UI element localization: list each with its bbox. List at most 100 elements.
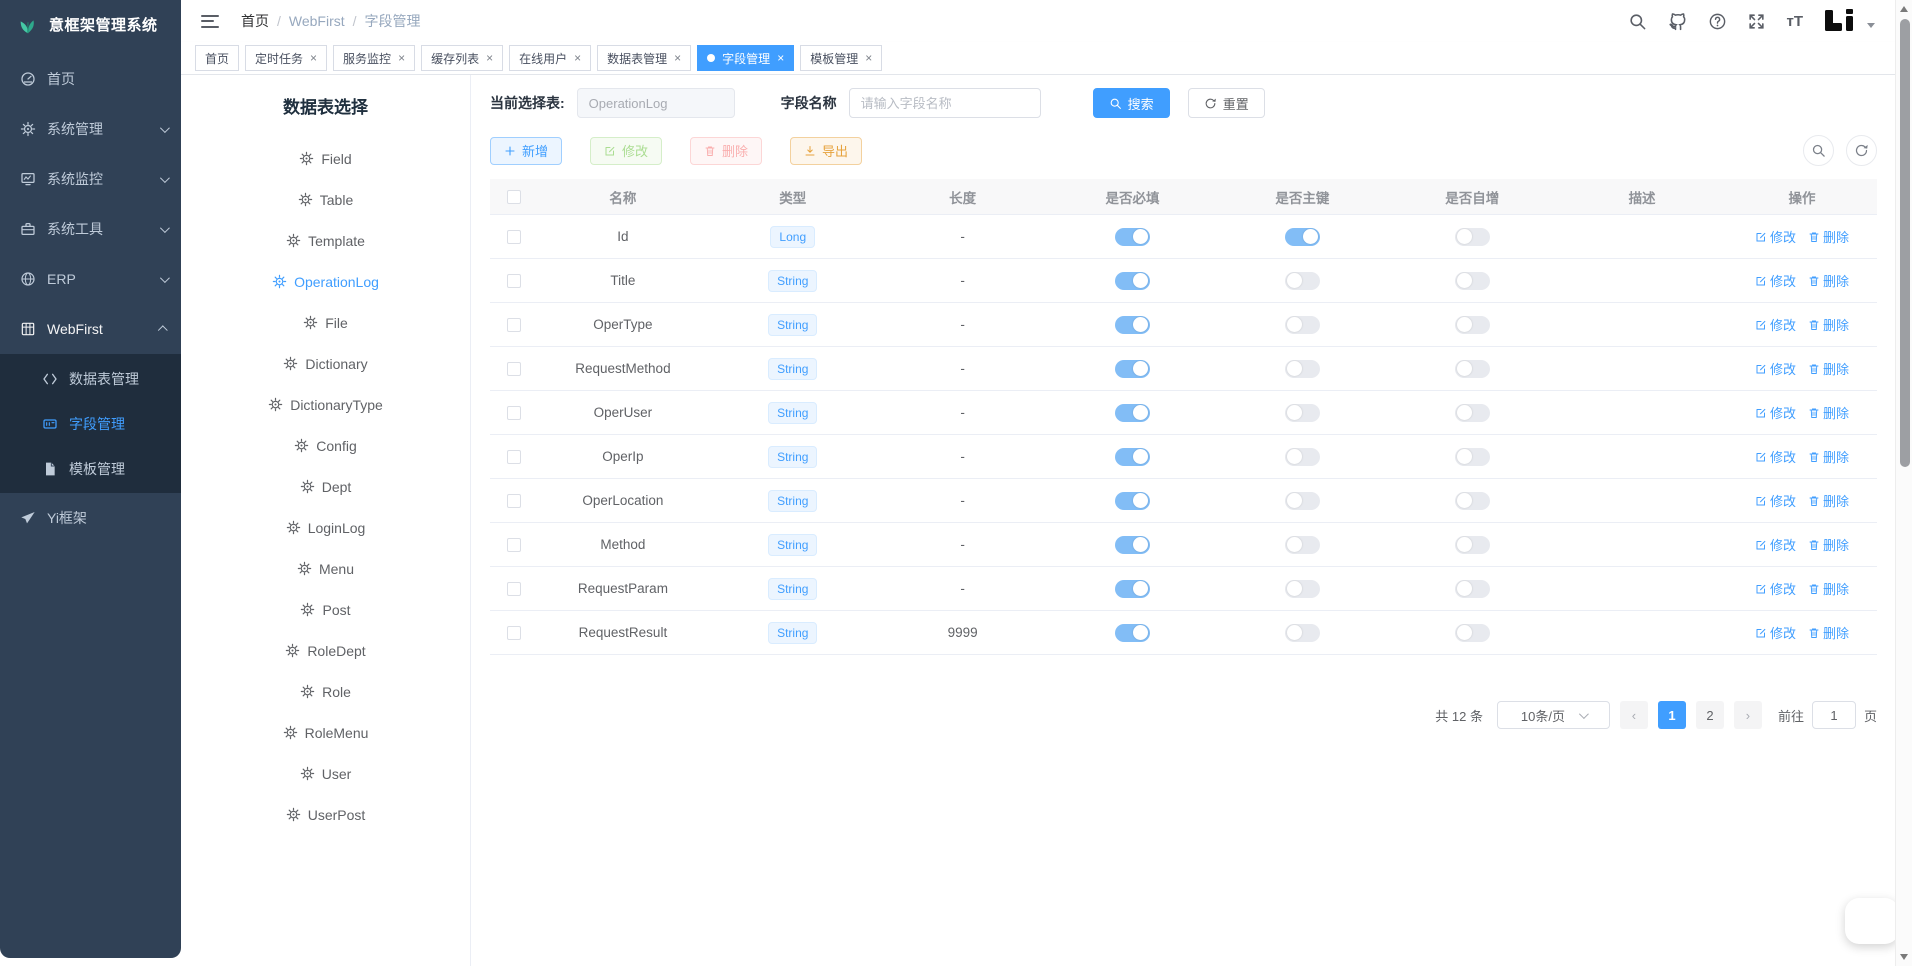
delete-row-link[interactable]: 删除 [1808, 447, 1849, 466]
help-icon[interactable] [1708, 12, 1727, 31]
required-toggle[interactable] [1115, 536, 1150, 554]
refresh-table-button[interactable] [1846, 135, 1877, 166]
increment-toggle[interactable] [1455, 492, 1490, 510]
delete-row-link[interactable]: 删除 [1808, 271, 1849, 290]
tree-item-user[interactable]: User [300, 753, 352, 794]
increment-toggle[interactable] [1455, 580, 1490, 598]
scroll-up-arrow-icon[interactable] [1900, 6, 1908, 12]
sidebar-item-yi-framework[interactable]: Yi框架 [0, 493, 181, 543]
close-icon[interactable]: × [486, 51, 493, 65]
required-toggle[interactable] [1115, 316, 1150, 334]
required-toggle[interactable] [1115, 360, 1150, 378]
close-icon[interactable]: × [674, 51, 681, 65]
primary-toggle[interactable] [1285, 228, 1320, 246]
increment-toggle[interactable] [1455, 404, 1490, 422]
breadcrumb-home[interactable]: 首页 [241, 11, 269, 31]
increment-toggle[interactable] [1455, 624, 1490, 642]
row-checkbox[interactable] [507, 538, 521, 552]
increment-toggle[interactable] [1455, 536, 1490, 554]
row-checkbox[interactable] [507, 362, 521, 376]
required-toggle[interactable] [1115, 228, 1150, 246]
primary-toggle[interactable] [1285, 624, 1320, 642]
delete-row-link[interactable]: 删除 [1808, 315, 1849, 334]
required-toggle[interactable] [1115, 404, 1150, 422]
edit-row-link[interactable]: 修改 [1755, 227, 1796, 246]
tab-scheduled-tasks[interactable]: 定时任务× [245, 45, 327, 71]
sidebar-item-erp[interactable]: ERP [0, 254, 181, 304]
delete-row-link[interactable]: 删除 [1808, 359, 1849, 378]
goto-page-input[interactable] [1812, 701, 1856, 729]
delete-row-link[interactable]: 删除 [1808, 579, 1849, 598]
edit-row-link[interactable]: 修改 [1755, 623, 1796, 642]
edit-row-link[interactable]: 修改 [1755, 271, 1796, 290]
export-button[interactable]: 导出 [790, 137, 862, 165]
sidebar-item-system-admin[interactable]: 系统管理 [0, 104, 181, 154]
tree-item-dept[interactable]: Dept [300, 466, 352, 507]
page-size-select[interactable]: 10条/页 [1497, 701, 1610, 729]
tree-item-field[interactable]: Field [299, 138, 351, 179]
row-checkbox[interactable] [507, 582, 521, 596]
delete-row-link[interactable]: 删除 [1808, 491, 1849, 510]
delete-button[interactable]: 删除 [690, 137, 762, 165]
edit-row-link[interactable]: 修改 [1755, 359, 1796, 378]
required-toggle[interactable] [1115, 272, 1150, 290]
row-checkbox[interactable] [507, 626, 521, 640]
tree-item-userpost[interactable]: UserPost [286, 794, 366, 835]
sidebar-item-field-management[interactable]: 字段管理 [0, 401, 181, 446]
show-search-button[interactable] [1803, 135, 1834, 166]
close-icon[interactable]: × [865, 51, 872, 65]
sidebar-item-webfirst[interactable]: WebFirst [0, 304, 181, 354]
required-toggle[interactable] [1115, 492, 1150, 510]
hamburger-menu-icon[interactable] [201, 15, 219, 28]
tree-item-loginlog[interactable]: LoginLog [286, 507, 366, 548]
row-checkbox[interactable] [507, 318, 521, 332]
increment-toggle[interactable] [1455, 228, 1490, 246]
tab-online-users[interactable]: 在线用户× [509, 45, 591, 71]
row-checkbox[interactable] [507, 450, 521, 464]
tab-template-management[interactable]: 模板管理× [800, 45, 882, 71]
tab-home[interactable]: 首页 [195, 45, 239, 71]
edit-row-link[interactable]: 修改 [1755, 579, 1796, 598]
select-all-checkbox[interactable] [507, 190, 521, 204]
close-icon[interactable]: × [398, 51, 405, 65]
delete-row-link[interactable]: 删除 [1808, 403, 1849, 422]
search-icon[interactable] [1628, 12, 1647, 31]
scrollbar-thumb[interactable] [1900, 19, 1910, 467]
tab-table-management[interactable]: 数据表管理× [597, 45, 691, 71]
primary-toggle[interactable] [1285, 492, 1320, 510]
tab-service-monitor[interactable]: 服务监控× [333, 45, 415, 71]
close-icon[interactable]: × [310, 51, 317, 65]
increment-toggle[interactable] [1455, 360, 1490, 378]
edit-button[interactable]: 修改 [590, 137, 662, 165]
sidebar-item-system-tools[interactable]: 系统工具 [0, 204, 181, 254]
add-button[interactable]: 新增 [490, 137, 562, 165]
tree-item-dictionarytype[interactable]: DictionaryType [268, 384, 383, 425]
sidebar-item-home[interactable]: 首页 [0, 54, 181, 104]
tree-item-menu[interactable]: Menu [297, 548, 354, 589]
search-button[interactable]: 搜索 [1093, 88, 1170, 118]
required-toggle[interactable] [1115, 624, 1150, 642]
sidebar-item-system-monitor[interactable]: 系统监控 [0, 154, 181, 204]
primary-toggle[interactable] [1285, 448, 1320, 466]
row-checkbox[interactable] [507, 274, 521, 288]
page-scrollbar[interactable] [1895, 0, 1912, 966]
fontsize-icon[interactable]: тT [1786, 13, 1803, 30]
delete-row-link[interactable]: 删除 [1808, 535, 1849, 554]
required-toggle[interactable] [1115, 580, 1150, 598]
sidebar-item-template-management[interactable]: 模板管理 [0, 446, 181, 491]
tab-field-management[interactable]: 字段管理× [697, 45, 794, 71]
github-icon[interactable] [1667, 11, 1688, 32]
primary-toggle[interactable] [1285, 272, 1320, 290]
primary-toggle[interactable] [1285, 404, 1320, 422]
sidebar-item-table-management[interactable]: 数据表管理 [0, 356, 181, 401]
increment-toggle[interactable] [1455, 272, 1490, 290]
required-toggle[interactable] [1115, 448, 1150, 466]
breadcrumb-module[interactable]: WebFirst [289, 13, 345, 29]
edit-row-link[interactable]: 修改 [1755, 491, 1796, 510]
primary-toggle[interactable] [1285, 536, 1320, 554]
tree-item-dictionary[interactable]: Dictionary [283, 343, 367, 384]
page-button-1[interactable]: 1 [1658, 701, 1686, 729]
increment-toggle[interactable] [1455, 316, 1490, 334]
increment-toggle[interactable] [1455, 448, 1490, 466]
avatar-logo[interactable] [1823, 8, 1855, 34]
